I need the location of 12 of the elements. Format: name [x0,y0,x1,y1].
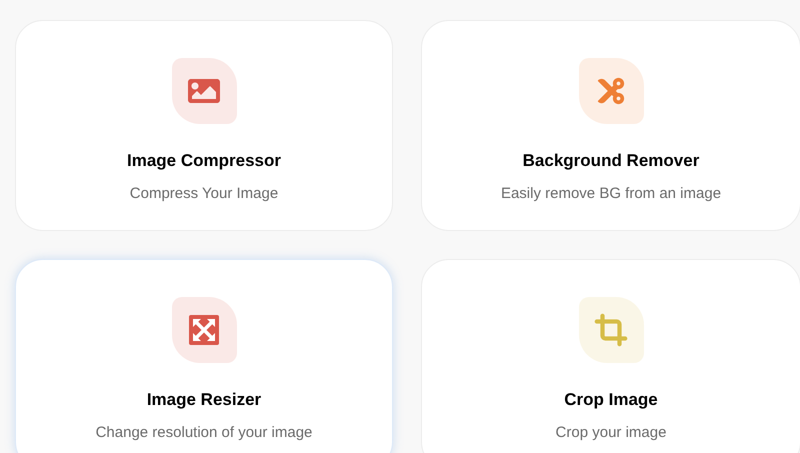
tool-title: Crop Image [564,389,658,411]
tool-description: Crop your image [556,422,666,442]
tool-card[interactable]: Image Resizer Change resolution of your image [15,259,393,453]
tool-title: Image Compressor [127,150,281,172]
tool-description: Compress Your Image [130,184,278,204]
tool-card[interactable]: Image Compressor Compress Your Image [15,20,393,231]
tool-card[interactable]: Background Remover Easily remove BG from an image [421,20,800,231]
tool-description: Easily remove BG from an image [500,184,722,204]
tool-title: Image Resizer [146,389,262,411]
tool-description: Change resolution of your image [96,422,312,442]
tool-title: Background Remover [522,150,700,172]
tool-card[interactable]: Crop Image Crop your image [421,259,800,453]
